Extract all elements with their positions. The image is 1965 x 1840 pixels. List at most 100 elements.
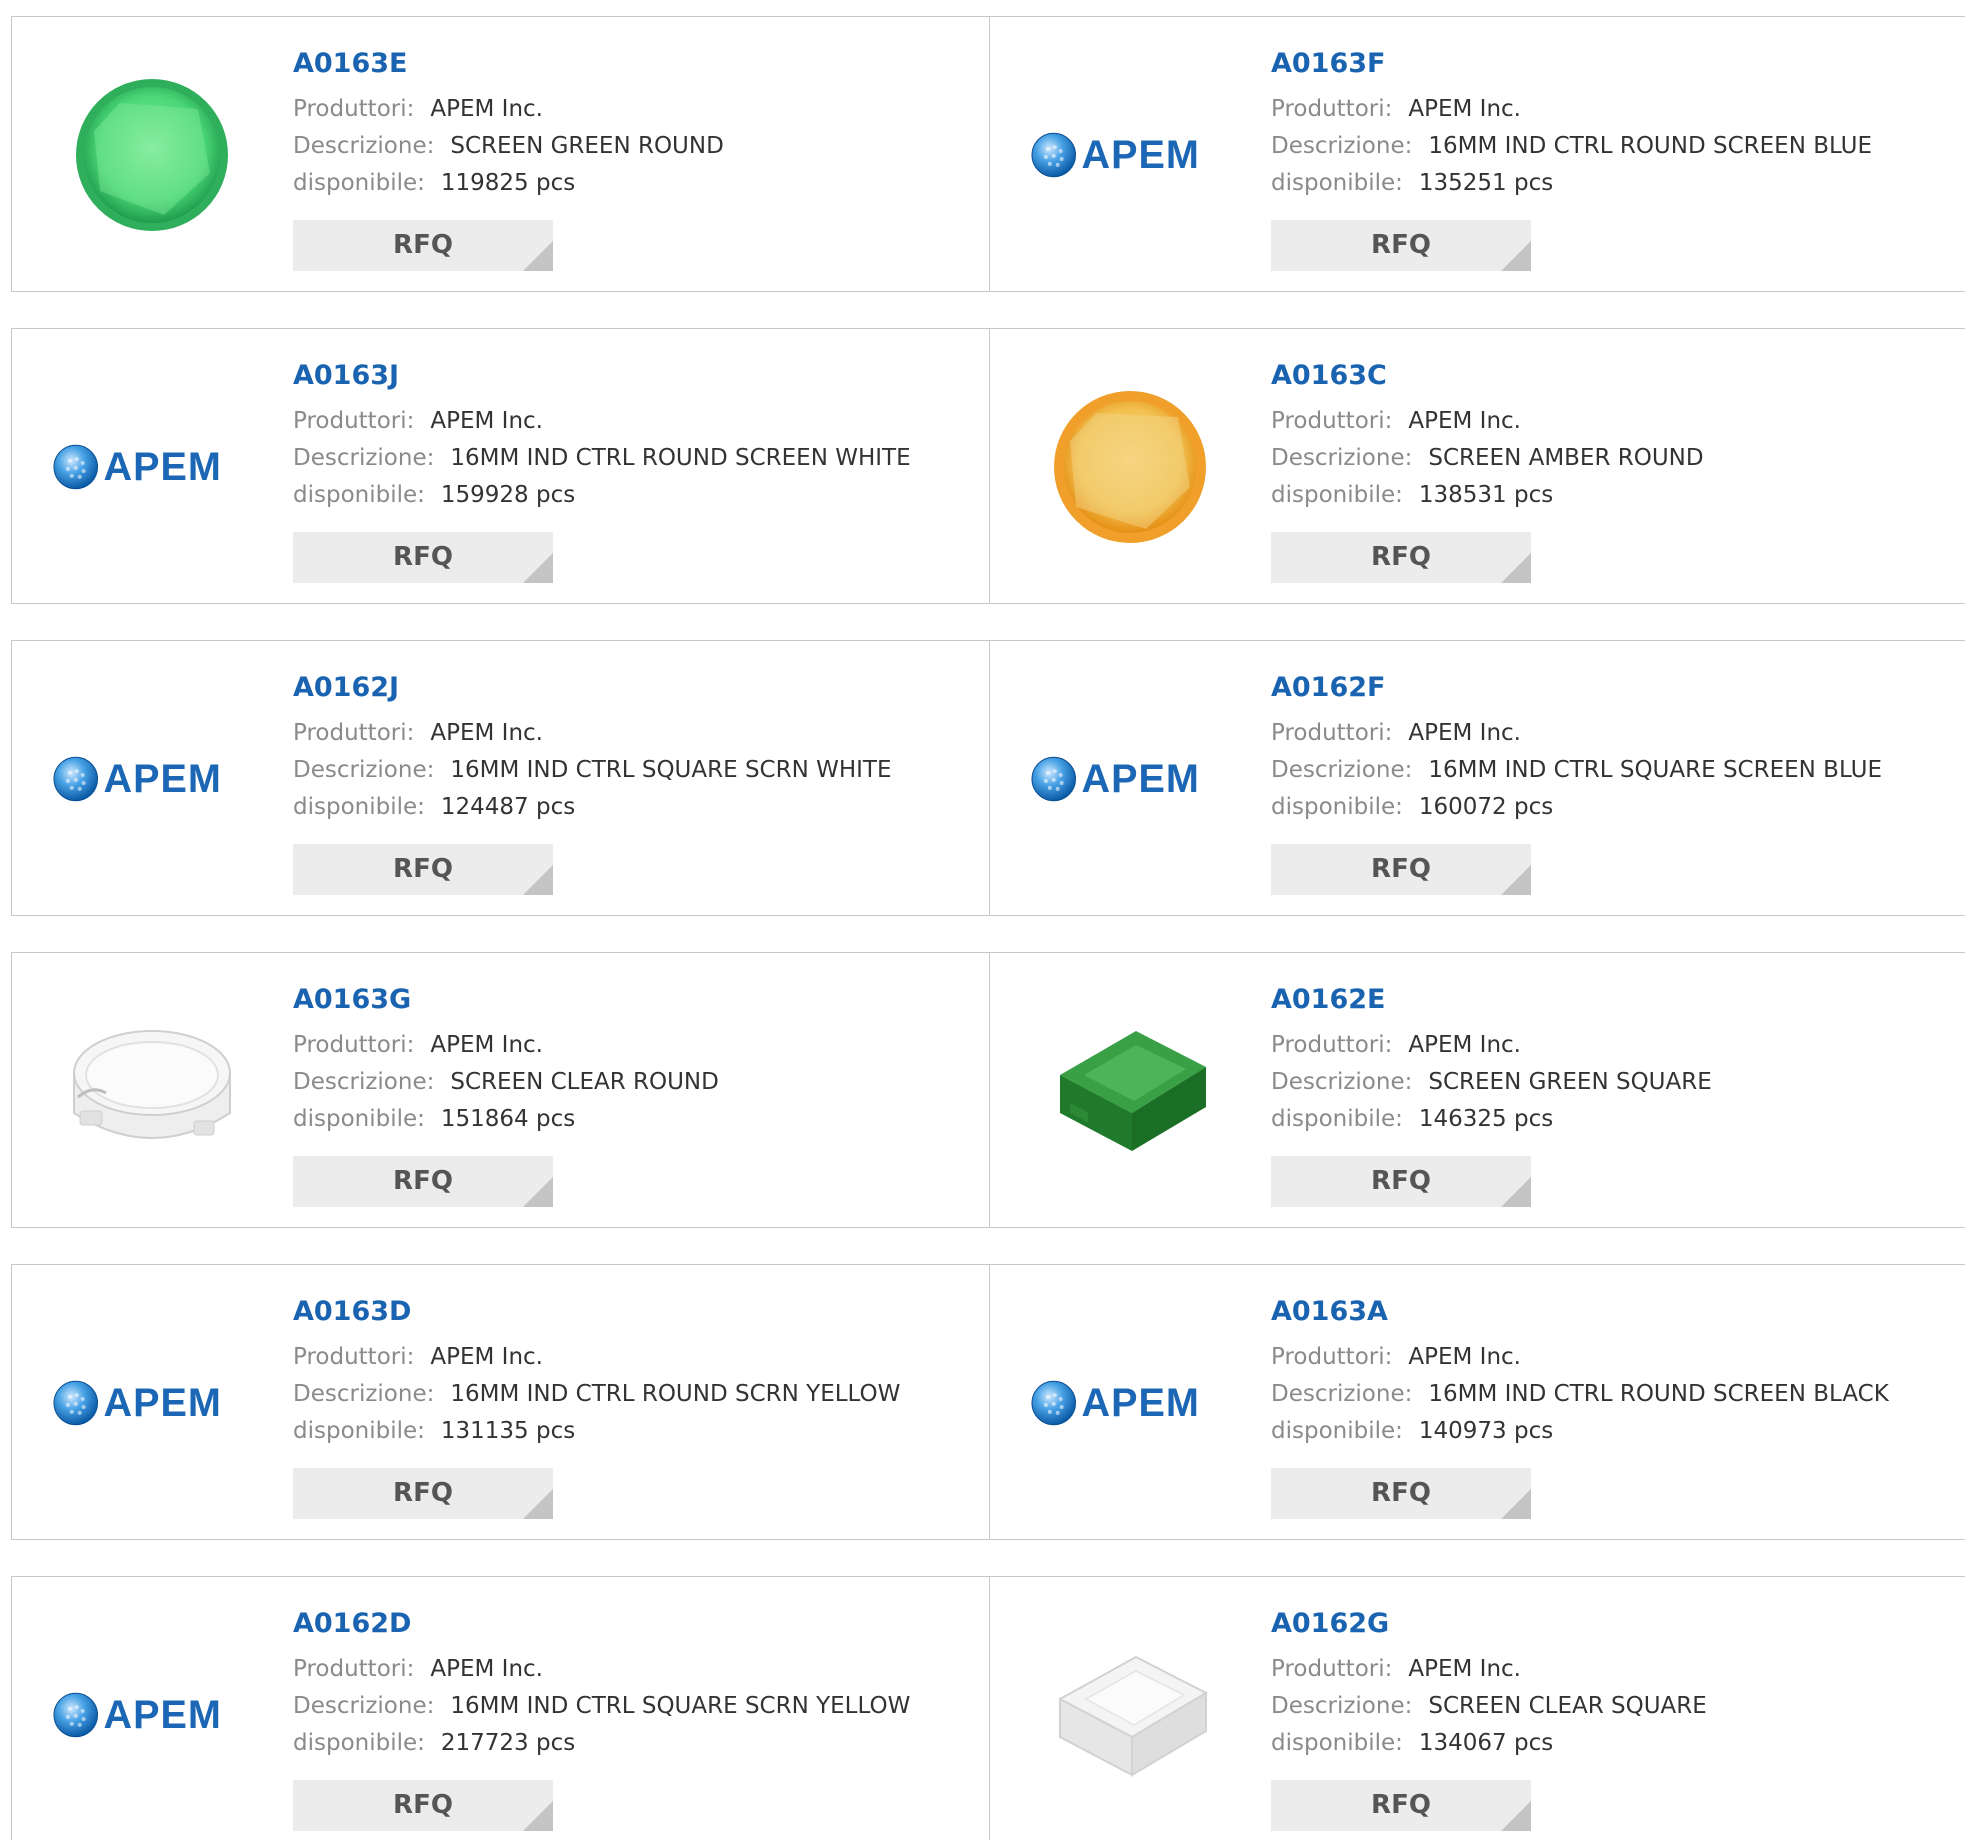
description-line: Descrizione: 16MM IND CTRL SQUARE SCREEN … — [1271, 752, 1931, 789]
availability-line: disponibile: 217723 pcs — [293, 1725, 953, 1762]
manufacturer-value: APEM Inc. — [430, 96, 543, 122]
corner-fold-icon — [523, 241, 553, 271]
apem-logo-icon: APEM — [1031, 1380, 1199, 1426]
part-number-link[interactable]: A0162J — [293, 671, 953, 705]
rfq-button[interactable]: RFQ — [1271, 844, 1531, 895]
product-image[interactable] — [1030, 367, 1230, 567]
product-image[interactable]: APEM — [52, 1303, 252, 1503]
description-label: Descrizione: — [293, 445, 435, 471]
manufacturer-label: Produttori: — [1271, 408, 1393, 434]
manufacturer-label: Produttori: — [293, 1344, 415, 1370]
product-row: APEM A0163J Produttori: APEM Inc. Descriz… — [11, 328, 1965, 604]
corner-fold-icon — [523, 1177, 553, 1207]
rfq-button[interactable]: RFQ — [1271, 1156, 1531, 1207]
rfq-button[interactable]: RFQ — [1271, 1780, 1531, 1831]
rfq-button[interactable]: RFQ — [293, 1780, 553, 1831]
part-number-link[interactable]: A0163C — [1271, 359, 1931, 393]
manufacturer-line: Produttori: APEM Inc. — [293, 91, 953, 128]
part-number-link[interactable]: A0163G — [293, 983, 953, 1017]
availability-value: 124487 pcs — [440, 794, 576, 820]
part-number-link[interactable]: A0163E — [293, 47, 953, 81]
corner-fold-icon — [523, 865, 553, 895]
product-image[interactable]: APEM — [1030, 55, 1230, 255]
product-image[interactable]: APEM — [52, 1615, 252, 1815]
product-image[interactable]: APEM — [1030, 679, 1230, 879]
part-number-link[interactable]: A0162F — [1271, 671, 1931, 705]
rfq-button[interactable]: RFQ — [1271, 1468, 1531, 1519]
description-label: Descrizione: — [1271, 757, 1413, 783]
part-number-link[interactable]: A0163D — [293, 1295, 953, 1329]
description-label: Descrizione: — [1271, 1069, 1413, 1095]
description-label: Descrizione: — [293, 133, 435, 159]
product-image[interactable] — [1030, 991, 1230, 1191]
part-number-link[interactable]: A0162G — [1271, 1607, 1931, 1641]
product-image[interactable] — [52, 991, 252, 1191]
rfq-button[interactable]: RFQ — [1271, 532, 1531, 583]
availability-line: disponibile: 160072 pcs — [1271, 789, 1931, 826]
rfq-button[interactable]: RFQ — [293, 532, 553, 583]
rfq-label: RFQ — [1371, 1478, 1431, 1508]
product-image[interactable]: APEM — [1030, 1303, 1230, 1503]
availability-value: 138531 pcs — [1418, 482, 1554, 508]
product-card: APEM A0163J Produttori: APEM Inc. Descriz… — [12, 329, 990, 603]
description-value: 16MM IND CTRL SQUARE SCRN WHITE — [450, 757, 892, 783]
product-card: APEM A0163D Produttori: APEM Inc. Descriz… — [12, 1265, 990, 1539]
description-label: Descrizione: — [1271, 445, 1413, 471]
product-image[interactable] — [1030, 1615, 1230, 1815]
availability-line: disponibile: 134067 pcs — [1271, 1725, 1931, 1762]
manufacturer-value: APEM Inc. — [430, 720, 543, 746]
manufacturer-value: APEM Inc. — [1408, 1032, 1521, 1058]
manufacturer-line: Produttori: APEM Inc. — [1271, 715, 1931, 752]
manufacturer-label: Produttori: — [293, 408, 415, 434]
availability-label: disponibile: — [1271, 170, 1403, 196]
clear-round-screen-icon — [73, 1030, 231, 1139]
description-label: Descrizione: — [293, 1693, 435, 1719]
part-number-link[interactable]: A0163F — [1271, 47, 1931, 81]
part-number-link[interactable]: A0163A — [1271, 1295, 1931, 1329]
product-row: A0163G Produttori: APEM Inc. Descrizione:… — [11, 952, 1965, 1228]
product-card: APEM A0162F Produttori: APEM Inc. Descriz… — [990, 641, 1965, 915]
product-image[interactable]: APEM — [52, 367, 252, 567]
product-card: A0163C Produttori: APEM Inc. Descrizione:… — [990, 329, 1965, 603]
manufacturer-value: APEM Inc. — [1408, 1344, 1521, 1370]
corner-fold-icon — [1501, 1801, 1531, 1831]
rfq-button[interactable]: RFQ — [293, 1468, 553, 1519]
rfq-label: RFQ — [393, 1166, 453, 1196]
product-row: APEM A0163D Produttori: APEM Inc. Descriz… — [11, 1264, 1965, 1540]
availability-label: disponibile: — [1271, 482, 1403, 508]
rfq-button[interactable]: RFQ — [293, 1156, 553, 1207]
corner-fold-icon — [1501, 241, 1531, 271]
rfq-button[interactable]: RFQ — [293, 220, 553, 271]
manufacturer-value: APEM Inc. — [430, 408, 543, 434]
availability-value: 131135 pcs — [440, 1418, 576, 1444]
manufacturer-line: Produttori: APEM Inc. — [293, 1339, 953, 1376]
rfq-label: RFQ — [393, 1790, 453, 1820]
manufacturer-label: Produttori: — [293, 96, 415, 122]
description-label: Descrizione: — [293, 1381, 435, 1407]
product-image[interactable]: APEM — [52, 679, 252, 879]
availability-value: 151864 pcs — [440, 1106, 576, 1132]
description-value: SCREEN CLEAR ROUND — [450, 1069, 719, 1095]
manufacturer-line: Produttori: APEM Inc. — [293, 715, 953, 752]
clear-square-screen-icon — [1057, 1655, 1209, 1777]
product-image[interactable] — [52, 55, 252, 255]
rfq-button[interactable]: RFQ — [293, 844, 553, 895]
part-number-link[interactable]: A0163J — [293, 359, 953, 393]
corner-fold-icon — [1501, 865, 1531, 895]
part-number-link[interactable]: A0162D — [293, 1607, 953, 1641]
description-line: Descrizione: SCREEN GREEN ROUND — [293, 128, 953, 165]
svg-text:APEM: APEM — [103, 445, 221, 489]
availability-line: disponibile: 146325 pcs — [1271, 1101, 1931, 1138]
description-line: Descrizione: SCREEN GREEN SQUARE — [1271, 1064, 1931, 1101]
availability-line: disponibile: 140973 pcs — [1271, 1413, 1931, 1450]
product-card: APEM A0162J Produttori: APEM Inc. Descriz… — [12, 641, 990, 915]
availability-label: disponibile: — [293, 1106, 425, 1132]
apem-logo-icon: APEM — [53, 1692, 221, 1738]
rfq-button[interactable]: RFQ — [1271, 220, 1531, 271]
availability-value: 140973 pcs — [1418, 1418, 1554, 1444]
green-square-screen-icon — [1060, 1031, 1206, 1151]
description-label: Descrizione: — [293, 757, 435, 783]
description-value: SCREEN GREEN ROUND — [450, 133, 724, 159]
part-number-link[interactable]: A0162E — [1271, 983, 1931, 1017]
product-info: A0163J Produttori: APEM Inc. Descrizione:… — [293, 359, 953, 514]
